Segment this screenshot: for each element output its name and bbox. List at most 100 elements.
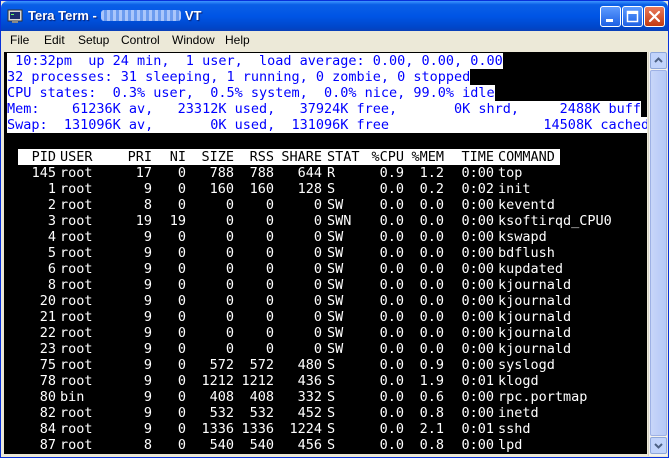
cell-time: 0:00	[461, 197, 494, 213]
cell-stat: SW	[327, 293, 344, 309]
cell-rss: 0	[265, 341, 274, 357]
cell-pid: 4	[47, 229, 56, 245]
cell-stat: SW	[327, 245, 344, 261]
cell-command: kjournald	[498, 293, 572, 309]
redacted-host-blur	[100, 10, 181, 21]
col-time: TIME	[461, 149, 494, 165]
close-button[interactable]	[644, 6, 665, 27]
vertical-scrollbar[interactable]	[648, 52, 667, 456]
cell-cpu: 0.0	[379, 197, 404, 213]
cell-stat: S	[327, 373, 336, 389]
scroll-thumb[interactable]	[650, 70, 667, 436]
menu-control[interactable]: Control	[121, 33, 160, 47]
menu-edit[interactable]: Edit	[44, 33, 65, 47]
cell-user: root	[60, 277, 93, 293]
cell-mem: 0.0	[419, 341, 444, 357]
cell-cpu: 0.9	[379, 165, 404, 181]
cell-user: root	[60, 181, 93, 197]
cell-size: 0	[225, 341, 234, 357]
cell-ni: 0	[177, 181, 186, 197]
title-suffix: VT	[184, 8, 202, 23]
cell-stat: SW	[327, 277, 344, 293]
cell-time: 0:00	[461, 437, 494, 453]
cell-ni: 0	[177, 373, 186, 389]
cell-pri: 9	[143, 373, 152, 389]
cell-command: kjournald	[498, 277, 572, 293]
cell-ni: 0	[177, 229, 186, 245]
cell-command: rpc.portmap	[498, 389, 588, 405]
cell-share: 0	[313, 309, 322, 325]
cell-ni: 0	[177, 309, 186, 325]
cell-size: 160	[209, 181, 234, 197]
cell-stat: S	[327, 389, 336, 405]
cell-time: 0:00	[461, 389, 494, 405]
cell-pid: 8	[47, 277, 56, 293]
cell-share: 0	[313, 293, 322, 309]
scroll-up-button[interactable]	[650, 52, 667, 69]
swap-line: Swap: 131096K av, 0K used, 131096K free …	[7, 117, 647, 133]
table-row: 6 root 9 0 0 0 0 SW 0.0 0.0 0:00 kupdated	[4, 261, 647, 277]
menu-file[interactable]: File	[10, 33, 29, 47]
cell-share: 436	[297, 373, 322, 389]
cell-pid: 20	[39, 293, 56, 309]
mem-line: Mem: 61236K av, 23312K used, 37924K free…	[7, 101, 641, 117]
cell-mem: 0.0	[419, 293, 444, 309]
cell-user: root	[60, 309, 93, 325]
cell-mem: 0.0	[419, 309, 444, 325]
cell-pid: 75	[39, 357, 56, 373]
cell-stat: SW	[327, 325, 344, 341]
cell-cpu: 0.0	[379, 293, 404, 309]
scroll-down-button[interactable]	[650, 437, 667, 454]
cell-cpu: 0.0	[379, 277, 404, 293]
cell-time: 0:00	[461, 357, 494, 373]
title-bar[interactable]: Tera Term - VT	[1, 1, 668, 31]
minimize-icon	[606, 19, 613, 22]
cell-stat: S	[327, 437, 336, 453]
cell-share: 480	[297, 357, 322, 373]
col-user: USER	[60, 149, 93, 165]
cell-rss: 572	[249, 357, 274, 373]
col-ni: NI	[169, 149, 186, 165]
menu-window[interactable]: Window	[172, 33, 215, 47]
terminal-screen[interactable]: 10:32pm up 24 min, 1 user, load average:…	[4, 52, 647, 454]
cell-user: bin	[60, 389, 85, 405]
menu-setup[interactable]: Setup	[78, 33, 109, 47]
col-cpu: %CPU	[371, 149, 404, 165]
cell-mem: 1.2	[419, 165, 444, 181]
maximize-button[interactable]	[622, 6, 643, 27]
cell-size: 532	[209, 405, 234, 421]
menu-help[interactable]: Help	[225, 33, 250, 47]
col-mem: %MEM	[411, 149, 444, 165]
chevron-up-icon	[654, 57, 663, 63]
cell-ni: 0	[177, 437, 186, 453]
col-pri: PRI	[127, 149, 152, 165]
cell-stat: R	[327, 165, 336, 181]
cell-pri: 9	[143, 341, 152, 357]
cell-user: root	[60, 325, 93, 341]
cell-stat: SW	[327, 229, 344, 245]
cell-stat: S	[327, 357, 336, 373]
cell-size: 0	[225, 309, 234, 325]
cell-size: 1212	[201, 373, 234, 389]
cell-pid: 1	[47, 181, 56, 197]
cell-pri: 9	[143, 389, 152, 405]
cell-share: 0	[313, 325, 322, 341]
cell-pri: 9	[143, 421, 152, 437]
table-row: 22 root 9 0 0 0 0 SW 0.0 0.0 0:00 kjournald	[4, 325, 647, 341]
cell-cpu: 0.0	[379, 325, 404, 341]
cell-share: 332	[297, 389, 322, 405]
cell-user: root	[60, 293, 93, 309]
minimize-button[interactable]	[600, 6, 621, 27]
chevron-down-icon	[654, 443, 663, 449]
cell-user: root	[60, 421, 93, 437]
cell-user: root	[60, 245, 93, 261]
cell-rss: 160	[249, 181, 274, 197]
cell-ni: 0	[177, 261, 186, 277]
cell-ni: 19	[169, 213, 186, 229]
cell-cpu: 0.0	[379, 229, 404, 245]
uptime-line: 10:32pm up 24 min, 1 user, load average:…	[7, 53, 503, 69]
col-size: SIZE	[201, 149, 234, 165]
cell-command: lpd	[498, 437, 523, 453]
cell-rss: 0	[265, 197, 274, 213]
cell-stat: SW	[327, 309, 344, 325]
